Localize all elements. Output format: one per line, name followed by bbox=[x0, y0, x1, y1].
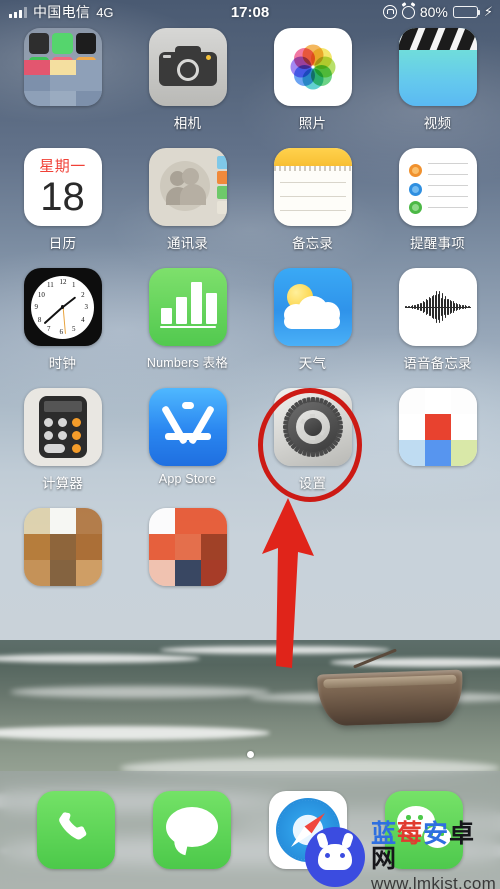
app-label: App Store bbox=[158, 472, 217, 486]
app-label: 照片 bbox=[298, 116, 327, 131]
app-label: 计算器 bbox=[41, 476, 84, 491]
app-cell-camera[interactable]: 相机 bbox=[125, 28, 250, 148]
app-label: 通讯录 bbox=[166, 236, 209, 251]
app-cell-app-store[interactable]: App Store bbox=[125, 388, 250, 508]
calendar-weekday: 星期一 bbox=[39, 158, 86, 175]
calculator-icon[interactable] bbox=[23, 388, 102, 466]
calendar-day: 18 bbox=[40, 175, 85, 219]
app-cell-empty-1 bbox=[250, 508, 375, 628]
site-watermark: 蓝莓安卓网 www.lmkjst.com bbox=[305, 822, 500, 889]
app-cell-censored-2[interactable] bbox=[0, 508, 125, 628]
app-cell-clock[interactable]: 1 2 3 4 5 6 7 8 9 10 11 12 时钟 bbox=[0, 268, 125, 388]
app-icon-grid: 相机 照片 视频 星期一 18 日历 通讯录 备忘录 提醒事项 1 2 3 4 … bbox=[0, 28, 500, 628]
sun-cloud-icon[interactable] bbox=[273, 268, 352, 346]
reminders-icon[interactable] bbox=[398, 148, 477, 226]
mosaic-censor bbox=[23, 60, 102, 106]
iphone-home-screen: 中国电信 4G 17:08 80% ⚡ 相机 照片 视频 星期一 18 日历 通… bbox=[0, 0, 500, 889]
calendar-icon[interactable]: 星期一 18 bbox=[23, 148, 102, 226]
app-row-1: 相机 照片 视频 bbox=[0, 28, 500, 148]
app-cell-censored-3[interactable] bbox=[125, 508, 250, 628]
watermark-url: www.lmkjst.com bbox=[371, 874, 497, 889]
app-cell-calendar[interactable]: 星期一 18 日历 bbox=[0, 148, 125, 268]
page-dot-1[interactable] bbox=[246, 751, 254, 758]
phone-glyph bbox=[59, 812, 87, 840]
app-cell-notes[interactable]: 备忘录 bbox=[250, 148, 375, 268]
app-row-5 bbox=[0, 508, 500, 628]
app-label: 设置 bbox=[298, 476, 327, 491]
mosaic-icon[interactable] bbox=[148, 508, 227, 586]
clock-time: 17:08 bbox=[230, 3, 270, 21]
clapperboard-icon[interactable] bbox=[398, 28, 477, 106]
app-label: 时钟 bbox=[48, 356, 77, 371]
phone-handset-icon[interactable] bbox=[37, 791, 115, 869]
app-label: 视频 bbox=[423, 116, 452, 131]
numbers-bar-chart-icon[interactable] bbox=[148, 268, 227, 346]
gear-icon[interactable] bbox=[273, 388, 352, 466]
app-cell-reminders[interactable]: 提醒事项 bbox=[375, 148, 500, 268]
alarm-clock-icon bbox=[401, 5, 415, 19]
photos-pinwheel-icon[interactable] bbox=[273, 28, 352, 106]
analog-clock-icon[interactable]: 1 2 3 4 5 6 7 8 9 10 11 12 bbox=[23, 268, 102, 346]
mosaic-icon[interactable] bbox=[23, 508, 102, 586]
app-label: Numbers 表格 bbox=[146, 356, 229, 370]
app-row-4: 计算器 App Store 设置 bbox=[0, 388, 500, 508]
app-label: 天气 bbox=[298, 356, 327, 371]
battery-icon bbox=[452, 6, 481, 18]
app-label: 备忘录 bbox=[291, 236, 334, 251]
app-cell-weather[interactable]: 天气 bbox=[250, 268, 375, 388]
app-label: 相机 bbox=[173, 116, 202, 131]
app-folder-icon[interactable] bbox=[23, 28, 102, 106]
app-label: 语音备忘录 bbox=[403, 356, 472, 371]
camera-icon[interactable] bbox=[148, 28, 227, 106]
app-row-3: 123456789101112 时钟 Numbers 表格 bbox=[0, 268, 500, 388]
mosaic-icon[interactable] bbox=[398, 388, 477, 466]
blueberry-android-mascot-icon bbox=[305, 827, 365, 887]
rotation-lock-icon bbox=[382, 5, 397, 19]
app-cell-photos[interactable]: 照片 bbox=[250, 28, 375, 148]
app-cell-voice-memos[interactable]: 语音备忘录 bbox=[375, 268, 500, 388]
app-cell-empty-2 bbox=[375, 508, 500, 628]
watermark-site-name: 蓝莓安卓网 bbox=[371, 820, 476, 873]
contacts-icon[interactable] bbox=[148, 148, 227, 226]
notes-icon[interactable] bbox=[273, 148, 352, 226]
app-cell-settings[interactable]: 设置 bbox=[250, 388, 375, 508]
app-label: 提醒事项 bbox=[410, 236, 465, 251]
app-store-icon[interactable] bbox=[148, 388, 227, 466]
app-row-2: 星期一 18 日历 通讯录 备忘录 提醒事项 bbox=[0, 148, 500, 268]
app-cell-censored-1[interactable] bbox=[375, 388, 500, 508]
speech-bubble-icon[interactable] bbox=[153, 791, 231, 869]
app-cell-contacts[interactable]: 通讯录 bbox=[125, 148, 250, 268]
app-cell-folder[interactable] bbox=[0, 28, 125, 148]
status-bar: 中国电信 4G 17:08 80% ⚡ bbox=[0, 0, 500, 24]
wooden-boat bbox=[317, 669, 464, 727]
app-cell-numbers[interactable]: Numbers 表格 bbox=[125, 268, 250, 388]
app-label: 日历 bbox=[48, 236, 77, 251]
waveform-icon[interactable] bbox=[398, 268, 477, 346]
page-indicator-dots[interactable] bbox=[0, 745, 500, 763]
app-cell-calculator[interactable]: 计算器 bbox=[0, 388, 125, 508]
app-cell-videos[interactable]: 视频 bbox=[375, 28, 500, 148]
